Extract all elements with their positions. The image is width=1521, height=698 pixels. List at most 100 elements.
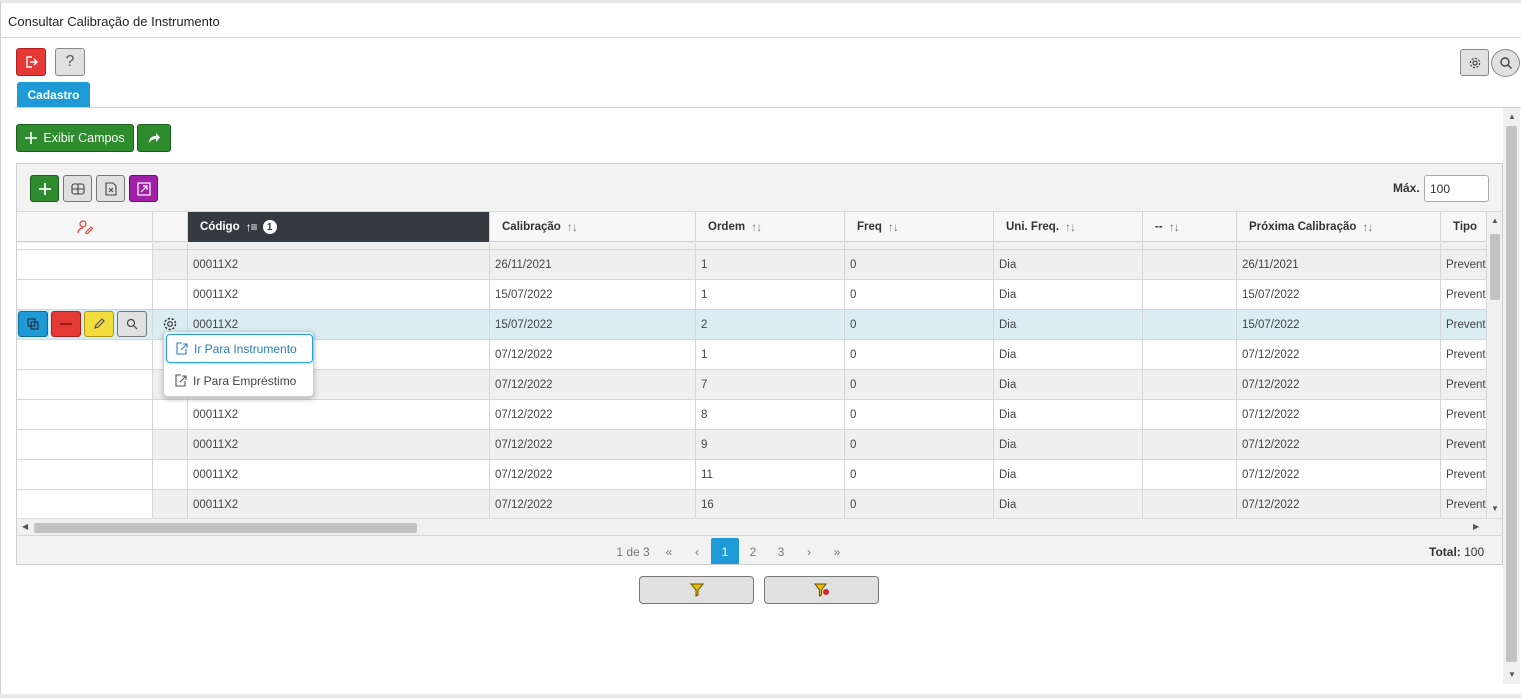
total-value: 100 [1464, 545, 1485, 559]
cell-menu [153, 430, 188, 459]
grid-horizontal-scroll-thumb[interactable] [34, 523, 417, 533]
table-row[interactable]: 00011X2 15/07/2022 1 0 Dia 15/07/2022 Preventi [17, 280, 1487, 310]
column-header-freq-label: Freq [857, 221, 882, 233]
exit-icon [26, 56, 38, 68]
column-header-menu [153, 212, 188, 242]
cell-ordem: 1 [696, 340, 845, 369]
expand-button[interactable] [129, 175, 158, 202]
pager-first-button[interactable]: « [659, 538, 679, 564]
cell-codigo: 00011X2 [188, 430, 490, 459]
cell-codigo: 00011X2 [188, 250, 490, 279]
bottom-border [0, 694, 1521, 698]
pager-last-button[interactable]: » [827, 538, 847, 564]
menu-item-ir-para-instrumento[interactable]: Ir Para Instrumento [166, 334, 313, 363]
expand-icon [136, 181, 151, 196]
column-header-proxima-label: Próxima Calibração [1249, 221, 1357, 233]
column-header-ordem-label: Ordem [708, 221, 746, 233]
pager-prev-button[interactable]: ‹ [687, 538, 707, 564]
left-border [0, 38, 1, 694]
grid-vertical-scrollbar[interactable]: ▲ ▼ [1488, 212, 1502, 518]
cell-proxima: 07/12/2022 [1237, 460, 1441, 489]
cell-dash [1143, 340, 1237, 369]
pager-page-1[interactable]: 1 [711, 538, 739, 564]
table-row[interactable]: 00011X2 07/12/2022 11 0 Dia 07/12/2022 Prevent… [17, 460, 1487, 490]
cell-freq: 0 [845, 250, 994, 279]
search-icon [1499, 57, 1512, 69]
export-excel-button[interactable] [96, 175, 125, 202]
column-header-proxima[interactable]: Próxima Calibração ↑↓ [1237, 212, 1441, 242]
help-button[interactable]: ? [55, 48, 85, 76]
page-vertical-scroll-thumb[interactable] [1506, 126, 1517, 662]
filter-icon [689, 583, 704, 597]
cell-ordem: 8 [696, 400, 845, 429]
exit-button[interactable] [16, 48, 46, 76]
cell-uni: Dia [994, 400, 1143, 429]
cell-ordem [696, 243, 845, 249]
cell-ordem: 9 [696, 430, 845, 459]
pager-page-2[interactable]: 2 [743, 538, 763, 564]
edit-icon [94, 318, 105, 329]
view-row-button[interactable] [117, 311, 147, 337]
cell-tipo: Preventi [1441, 430, 1487, 459]
cell-ordem: 16 [696, 490, 845, 518]
column-header-codigo[interactable]: Código ↑≡ 1 [188, 212, 490, 242]
page-vertical-scrollbar[interactable]: ▲ ▼ [1503, 108, 1520, 684]
clear-filter-button[interactable] [764, 576, 879, 604]
grid-vertical-scroll-thumb[interactable] [1490, 234, 1500, 300]
scroll-up-icon[interactable]: ▲ [1491, 216, 1499, 225]
settings-button[interactable] [1460, 49, 1489, 76]
column-header-uni-freq-label: Uni. Freq. [1006, 221, 1060, 233]
cell-tipo [1441, 243, 1487, 249]
cell-freq [845, 243, 994, 249]
table-row[interactable]: 00011X2 07/12/2022 16 0 Dia 07/12/2022 Prevent… [17, 490, 1487, 518]
delete-icon [60, 323, 72, 325]
cell-uni: Dia [994, 370, 1143, 399]
cell-calibracao: 26/11/2021 [490, 250, 696, 279]
tab-cadastro[interactable]: Cadastro [17, 82, 90, 107]
pager-next-button[interactable]: › [799, 538, 819, 564]
table-row[interactable]: 00011X2 07/12/2022 8 0 Dia 07/12/2022 Preventi [17, 400, 1487, 430]
cell-ordem: 2 [696, 310, 845, 339]
cell-menu [153, 460, 188, 489]
add-record-button[interactable] [30, 175, 59, 202]
sort-icon: ↑↓ [566, 220, 578, 234]
page-scroll-up-icon[interactable]: ▲ [1508, 112, 1516, 121]
table-row[interactable]: 00011X2 26/11/2021 1 0 Dia 26/11/2021 Preventi [17, 250, 1487, 280]
scroll-down-icon[interactable]: ▼ [1491, 504, 1499, 513]
table-row[interactable]: 00011X2 07/12/2022 9 0 Dia 07/12/2022 Preventi [17, 430, 1487, 460]
column-header-dash[interactable]: -- ↑↓ [1143, 212, 1237, 242]
page-title: Consultar Calibração de Instrumento [8, 14, 220, 29]
column-header-ordem[interactable]: Ordem ↑↓ [696, 212, 845, 242]
share-button[interactable] [137, 124, 171, 152]
cell-proxima: 07/12/2022 [1237, 340, 1441, 369]
exibir-campos-button[interactable]: Exibir Campos [16, 124, 134, 152]
row-actions-cell [17, 243, 153, 249]
scroll-left-icon[interactable]: ◀ [22, 522, 28, 531]
total-label: Total: [1429, 545, 1461, 559]
sort-icon: ↑↓ [1168, 220, 1180, 234]
column-header-calibracao[interactable]: Calibração ↑↓ [490, 212, 696, 242]
max-input[interactable] [1424, 175, 1489, 202]
grid-horizontal-scrollbar[interactable]: ◀ ▶ [17, 518, 1502, 535]
column-header-tipo-label: Tipo [1453, 221, 1478, 233]
delete-row-button[interactable] [51, 311, 81, 337]
scroll-right-icon[interactable]: ▶ [1473, 522, 1479, 531]
column-header-uni-freq[interactable]: Uni. Freq. ↑↓ [994, 212, 1143, 242]
cell-proxima [1237, 243, 1441, 249]
filter-button[interactable] [639, 576, 754, 604]
copy-row-button[interactable] [18, 311, 48, 337]
pager-page-3[interactable]: 3 [771, 538, 791, 564]
cell-proxima: 07/12/2022 [1237, 430, 1441, 459]
cell-proxima: 07/12/2022 [1237, 490, 1441, 518]
cell-codigo: 00011X2 [188, 280, 490, 309]
edit-row-button[interactable] [84, 311, 114, 337]
column-header-user[interactable] [17, 212, 153, 242]
grid-layout-button[interactable] [63, 175, 92, 202]
page-scroll-down-icon[interactable]: ▼ [1508, 670, 1516, 679]
sort-icon: ↑↓ [1362, 220, 1373, 234]
menu-item-ir-para-emprestimo[interactable]: Ir Para Empréstimo [166, 366, 313, 395]
column-header-freq[interactable]: Freq ↑↓ [845, 212, 994, 242]
search-button[interactable] [1491, 49, 1520, 77]
cell-calibracao [490, 243, 696, 249]
column-header-tipo[interactable]: Tipo [1441, 212, 1487, 242]
